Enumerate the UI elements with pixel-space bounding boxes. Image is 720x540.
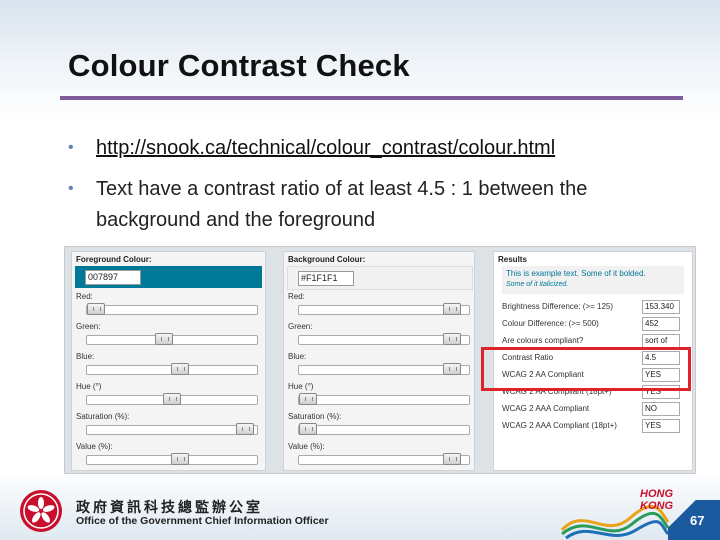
foreground-title: Foreground Colour: bbox=[76, 255, 152, 264]
slider-handle[interactable] bbox=[299, 423, 317, 435]
result-label: Colour Difference: (>= 500) bbox=[502, 319, 599, 328]
foreground-swatch: 007897 bbox=[75, 266, 262, 288]
result-value: YES bbox=[642, 419, 680, 433]
background-slider[interactable] bbox=[298, 303, 470, 315]
bullet-text-line1: Text have a contrast ratio of at least 4… bbox=[96, 178, 588, 200]
result-value: NO bbox=[642, 402, 680, 416]
contrast-tool-screenshot: Foreground Colour: 007897 Red: Green: Blue… bbox=[64, 246, 696, 474]
contrast-tool-link[interactable]: http://snook.ca/technical/colour_contras… bbox=[96, 133, 555, 163]
foreground-panel: Foreground Colour: 007897 Red: Green: Blue… bbox=[71, 251, 266, 471]
slide-title: Colour Contrast Check bbox=[68, 48, 410, 83]
slider-handle[interactable] bbox=[236, 423, 254, 435]
foreground-control-label: Red: bbox=[76, 292, 93, 301]
background-panel: Background Colour: #F1F1F1 Red: Green: Blu… bbox=[283, 251, 475, 471]
brand-hk-line1: HONG bbox=[640, 488, 673, 500]
bullet-text-line2: background and the foreground bbox=[96, 209, 376, 231]
slider-handle[interactable] bbox=[155, 333, 173, 345]
foreground-slider[interactable] bbox=[86, 393, 258, 405]
background-control-label: Value (%): bbox=[288, 442, 325, 451]
slider-handle[interactable] bbox=[171, 453, 189, 465]
sample-text-line2: Some of it italicized. bbox=[506, 281, 569, 288]
title-divider bbox=[60, 96, 683, 100]
results-sample: This is example text. Some of it bolded.… bbox=[502, 266, 684, 294]
foreground-control-label: Hue (°) bbox=[76, 382, 102, 391]
slider-handle[interactable] bbox=[443, 303, 461, 315]
hksar-emblem-icon bbox=[20, 490, 62, 532]
background-slider[interactable] bbox=[298, 363, 470, 375]
result-label: WCAG 2 AAA Compliant bbox=[502, 404, 590, 413]
background-slider[interactable] bbox=[298, 423, 470, 435]
slider-handle[interactable] bbox=[443, 363, 461, 375]
sample-text-line1: This is example text. Some of it bolded. bbox=[506, 269, 646, 278]
foreground-control-label: Green: bbox=[76, 322, 101, 331]
background-control-label: Red: bbox=[288, 292, 305, 301]
foreground-slider[interactable] bbox=[86, 453, 258, 465]
foreground-slider[interactable] bbox=[86, 303, 258, 315]
background-swatch: #F1F1F1 bbox=[287, 266, 473, 290]
result-label: Brightness Difference: (>= 125) bbox=[502, 302, 614, 311]
org-name-english: Office of the Government Chief Informati… bbox=[76, 515, 329, 527]
background-control-label: Green: bbox=[288, 322, 313, 331]
background-title: Background Colour: bbox=[288, 255, 366, 264]
slider-handle[interactable] bbox=[299, 393, 317, 405]
result-label: Are colours compliant? bbox=[502, 336, 584, 345]
contrast-highlight-box bbox=[481, 347, 691, 391]
foreground-slider[interactable] bbox=[86, 363, 258, 375]
foreground-slider[interactable] bbox=[86, 423, 258, 435]
background-control-label: Blue: bbox=[288, 352, 307, 361]
result-value: sort of bbox=[642, 334, 680, 348]
page-number: 67 bbox=[690, 513, 705, 528]
slider-handle[interactable] bbox=[171, 363, 189, 375]
background-slider[interactable] bbox=[298, 333, 470, 345]
background-slider[interactable] bbox=[298, 393, 470, 405]
background-hex-input[interactable]: #F1F1F1 bbox=[298, 271, 354, 286]
slider-handle[interactable] bbox=[443, 333, 461, 345]
bullet-dot-icon: • bbox=[68, 180, 74, 197]
result-value: 452 bbox=[642, 317, 680, 331]
background-slider[interactable] bbox=[298, 453, 470, 465]
results-title: Results bbox=[498, 255, 527, 264]
org-name-chinese: 政府資訊科技總監辦公室 bbox=[76, 499, 263, 515]
foreground-control-label: Blue: bbox=[76, 352, 95, 361]
slider-handle[interactable] bbox=[163, 393, 181, 405]
slider-handle[interactable] bbox=[87, 303, 105, 315]
background-control-label: Saturation (%): bbox=[288, 412, 342, 421]
slider-handle[interactable] bbox=[443, 453, 461, 465]
background-control-label: Hue (°) bbox=[288, 382, 314, 391]
foreground-control-label: Saturation (%): bbox=[76, 412, 130, 421]
result-value: 153.340 bbox=[642, 300, 680, 314]
bullet-dot-icon: • bbox=[68, 139, 74, 156]
foreground-slider[interactable] bbox=[86, 333, 258, 345]
result-label: WCAG 2 AAA Compliant (18pt+) bbox=[502, 421, 617, 430]
foreground-control-label: Value (%): bbox=[76, 442, 113, 451]
foreground-hex-input[interactable]: 007897 bbox=[85, 270, 141, 285]
